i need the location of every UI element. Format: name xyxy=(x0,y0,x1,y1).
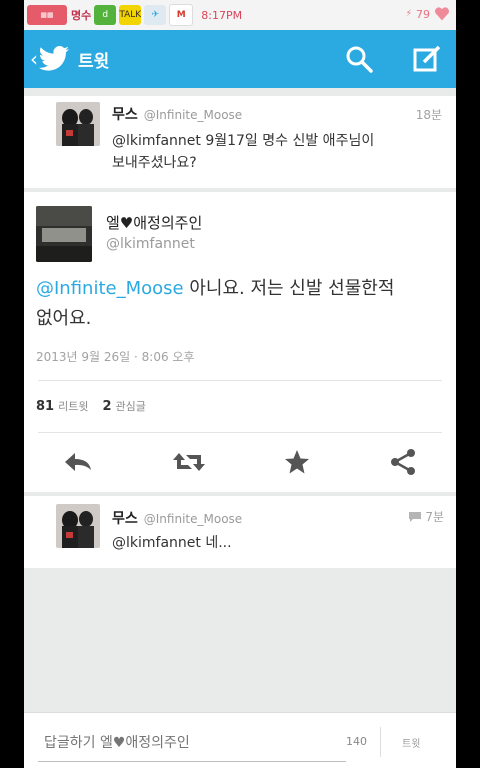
battery-label-icon: ⚡ xyxy=(405,9,412,19)
kakaotalk-icon: TALK xyxy=(119,5,142,25)
author-display-name[interactable]: 엘♥애정의주인 xyxy=(106,212,202,233)
app-bar-actions xyxy=(344,44,442,74)
tweet-text-line: 보내주셨나요? xyxy=(112,155,197,171)
status-bar: ▦▦ 명수 d TALK ✈ M 8:17PM ⚡ 79 xyxy=(24,0,456,30)
char-count: 140 xyxy=(346,735,367,748)
status-time: 8:17PM xyxy=(201,8,243,22)
avatar[interactable] xyxy=(56,504,100,548)
author-display-name: 무스 xyxy=(112,511,138,527)
bird-app-icon: ✈ xyxy=(144,5,167,25)
tweet-text-line: 없어요. xyxy=(36,308,92,329)
compose-icon[interactable] xyxy=(412,44,442,74)
gmail-icon: M xyxy=(169,4,194,26)
mention-link[interactable]: @Infinite_Moose xyxy=(36,278,184,299)
conversation-icon xyxy=(409,511,422,522)
tweet-time: 18분 xyxy=(415,108,442,122)
retweet-icon[interactable] xyxy=(172,450,206,474)
author-handle[interactable]: @lkimfannet xyxy=(106,236,195,252)
twitter-bird-icon[interactable] xyxy=(38,45,70,73)
back-icon[interactable]: ‹ xyxy=(30,47,38,71)
main-tweet: 엘♥애정의주인 @lkimfannet @Infinite_Moose 아니요.… xyxy=(24,192,456,492)
tweet-time-text: 7분 xyxy=(425,510,444,524)
battery-level: 79 xyxy=(416,7,430,21)
heart-battery-icon xyxy=(435,7,449,21)
avatar-image xyxy=(56,102,100,146)
divider xyxy=(38,380,442,381)
tweet-text-part: 아니요. 저는 신발 선물한적 xyxy=(183,278,395,299)
author-handle: @Infinite_Moose xyxy=(143,108,243,122)
tweet-text: @Infinite_Moose 아니요. 저는 신발 선물한적 없어요. xyxy=(36,274,394,334)
share-icon[interactable] xyxy=(389,448,417,476)
author-name[interactable]: 무스 @Infinite_Moose xyxy=(112,104,242,124)
screen: ▦▦ 명수 d TALK ✈ M 8:17PM ⚡ 79 ‹ 트윗 무스 @In… xyxy=(24,0,456,768)
notification-icon: ▦▦ xyxy=(27,5,67,25)
divider xyxy=(38,432,442,433)
reply-tweet[interactable]: 무스 @Infinite_Moose 7분 @lkimfannet 네... xyxy=(24,496,456,568)
divider xyxy=(380,727,381,757)
author-display-name: 무스 xyxy=(112,107,138,123)
tweet-time: 7분 xyxy=(408,508,444,525)
tweet-text-line: @lkimfannet 9월17일 명수 신발 애주님이 xyxy=(112,133,375,149)
page-title: 트윗 xyxy=(78,51,110,72)
author-handle: @Infinite_Moose xyxy=(143,512,243,526)
favorite-label[interactable]: 관심글 xyxy=(116,400,146,413)
parent-tweet[interactable]: 무스 @Infinite_Moose 18분 @lkimfannet 9월17일 … xyxy=(24,96,456,188)
avatar-image xyxy=(36,206,92,262)
retweet-label[interactable]: 리트윗 xyxy=(58,400,88,413)
reply-icon[interactable] xyxy=(63,450,93,474)
reply-bar: 140 트윗 xyxy=(24,712,456,768)
search-icon[interactable] xyxy=(344,44,374,74)
tweet-stats: 81 리트윗 2 관심글 xyxy=(36,398,160,414)
reply-input[interactable] xyxy=(38,725,346,762)
tweet-actions xyxy=(24,442,456,482)
retweet-count[interactable]: 81 xyxy=(36,399,54,414)
author-name[interactable]: 무스 @Infinite_Moose xyxy=(112,508,242,528)
tweet-text: @lkimfannet 네... xyxy=(112,535,232,551)
tweet-text: @lkimfannet 9월17일 명수 신발 애주님이 보내주셨나요? xyxy=(112,130,374,174)
avatar[interactable] xyxy=(56,102,100,146)
avatar[interactable] xyxy=(36,206,92,262)
tweet-date: 2013년 9월 26일 · 8:06 오후 xyxy=(36,350,195,364)
avatar-image xyxy=(56,504,100,548)
favorite-count[interactable]: 2 xyxy=(102,399,111,414)
status-right: ⚡ 79 xyxy=(406,6,450,22)
favorite-star-icon[interactable] xyxy=(284,449,310,475)
notification-text: 명수 xyxy=(71,9,92,22)
tweet-button[interactable]: 트윗 xyxy=(402,735,420,750)
app-bar: ‹ 트윗 xyxy=(24,30,456,88)
app-d-icon: d xyxy=(94,5,117,25)
